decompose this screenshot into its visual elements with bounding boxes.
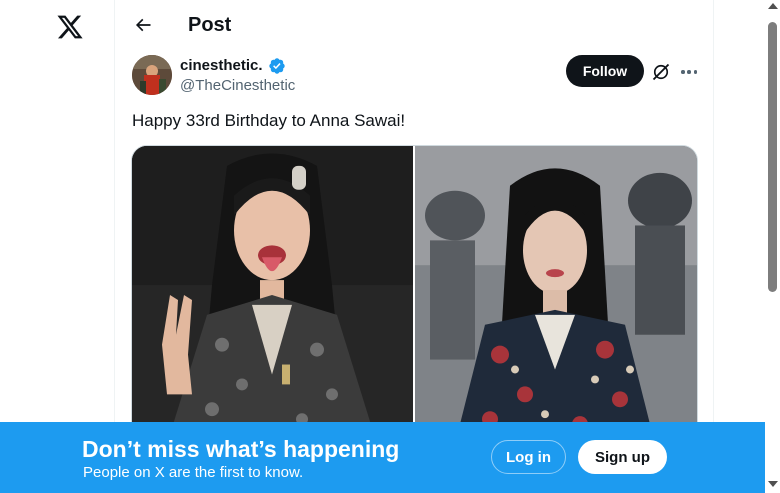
banner-subtitle: People on X are the first to know. — [83, 464, 304, 481]
back-button[interactable] — [131, 13, 155, 37]
left-nav — [0, 0, 114, 493]
tweet-text: Happy 33rd Birthday to Anna Sawai! — [132, 111, 406, 130]
avatar[interactable] — [132, 55, 172, 95]
page-header: Post — [115, 0, 715, 52]
page-title: Post — [188, 14, 232, 36]
display-name[interactable]: cinesthetic. — [180, 57, 263, 74]
verified-badge-icon — [268, 57, 286, 75]
follow-button[interactable]: Follow — [566, 55, 644, 87]
x-logo-icon[interactable] — [56, 13, 84, 41]
back-arrow-icon — [135, 18, 151, 32]
scroll-up-arrow-icon[interactable] — [768, 3, 778, 9]
signup-button[interactable]: Sign up — [578, 440, 667, 474]
banner-title: Don’t miss what’s happening — [82, 436, 400, 462]
tweet-photo-left[interactable] — [132, 146, 413, 444]
login-button[interactable]: Log in — [491, 440, 566, 474]
scroll-thumb[interactable] — [768, 22, 777, 292]
more-options-icon[interactable] — [679, 62, 699, 82]
tweet-photo-right[interactable] — [415, 146, 697, 444]
user-handle[interactable]: @TheCinesthetic — [180, 77, 295, 94]
grok-icon[interactable] — [651, 62, 671, 82]
tweet-media — [131, 145, 698, 445]
signup-banner: Don’t miss what’s happening People on X … — [0, 422, 765, 493]
scroll-down-arrow-icon[interactable] — [768, 481, 778, 487]
main-column: Post cinesthetic. @TheCinesthetic Follow… — [114, 0, 714, 493]
page-scrollbar[interactable] — [765, 0, 780, 493]
